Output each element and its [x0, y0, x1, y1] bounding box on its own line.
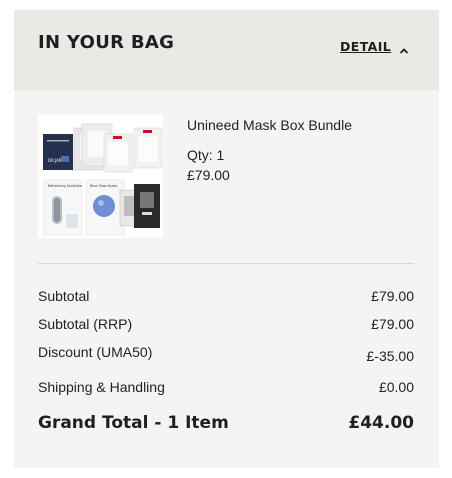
grand-total-value: £44.00 [348, 413, 414, 433]
product-name-link[interactable]: Unineed Mask Box Bundle [187, 117, 352, 133]
summary-row-discount: Discount (UMA50) £-35.00 [38, 344, 414, 364]
summary-label: Shipping & Handling [38, 379, 165, 395]
divider [38, 263, 414, 264]
bag-title: IN YOUR BAG [38, 32, 175, 53]
product-qty: Qty: 1 [187, 147, 225, 163]
summary-label: Subtotal (RRP) [38, 316, 133, 332]
grand-total-row: Grand Total - 1 Item £44.00 [38, 413, 414, 437]
tile5-text: Blue Glow Hydro [90, 184, 117, 188]
summary-value: £79.00 [371, 288, 414, 304]
product-thumbnail[interactable]: DR.JART Refreshing Sensitive Blue Glow H… [38, 114, 163, 238]
product-price: £79.00 [187, 167, 230, 183]
summary-value: £0.00 [378, 379, 414, 395]
detail-toggle-button[interactable]: DETAIL [340, 38, 409, 54]
summary-label: Discount (UMA50) [38, 344, 153, 360]
bag-panel: IN YOUR BAG DETAIL DR.JART Refreshing Se… [14, 10, 439, 468]
summary-row-subtotal-rrp: Subtotal (RRP) £79.00 [38, 316, 414, 336]
summary-row-shipping: Shipping & Handling £0.00 [38, 379, 414, 399]
chevron-up-icon [399, 42, 409, 54]
summary-row-subtotal: Subtotal £79.00 [38, 288, 414, 308]
summary-value: £79.00 [371, 316, 414, 332]
grand-total-label: Grand Total - 1 Item [38, 413, 229, 433]
summary-value: £-35.00 [366, 348, 414, 364]
summary-label: Subtotal [38, 288, 90, 304]
bag-header: IN YOUR BAG DETAIL [14, 10, 439, 90]
detail-label: DETAIL [340, 38, 392, 54]
tile4-text: Refreshing Sensitive [48, 184, 82, 188]
